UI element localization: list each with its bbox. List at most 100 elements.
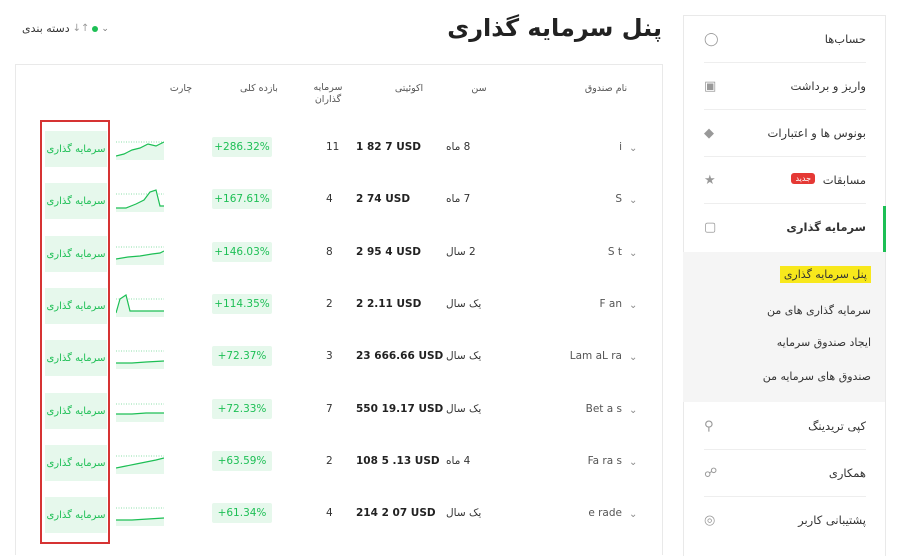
equity-sparkline [116,189,164,212]
fund-age: یک سال [446,298,482,310]
copy-trading-icon: ⚲ [704,418,714,434]
table-row[interactable]: ⌄ i 8 ماه 1 82 7 USD 11 +286.32% سرمایه … [16,123,662,175]
submenu-item-investment-panel[interactable]: پنل سرمایه گذاری [779,266,871,283]
chevron-down-icon: ⌄ [101,23,109,34]
cash-icon: ▣ [704,78,717,94]
investors-count: 2 [326,455,333,467]
table-row[interactable]: ⌄ Bet a s یک سال 550 19.17 USD 7 +72.33%… [16,385,662,437]
equity-sparkline [116,350,164,369]
table-row[interactable]: ⌄ e rade یک سال 214 2 07 USD 4 +61.34% س… [16,489,662,541]
equity-sparkline [116,294,164,317]
sidebar-item-label: حساب‌ها [824,32,866,46]
submenu-item-create-fund[interactable]: ایجاد صندوق سرمایه [777,336,871,349]
sidebar-item-label: پشتیبانی کاربر [798,513,866,527]
sidebar-item-label: واریز و برداشت [790,79,866,93]
return-badge: +146.03% [212,242,272,262]
equity-sparkline [116,141,164,160]
table-row[interactable]: ⌄ Lam aL ra یک سال 23 666.66 USD 3 +72.3… [16,332,662,384]
chevron-down-icon[interactable]: ⌄ [629,248,637,259]
fund-equity: 2 95 4 USD [356,246,421,258]
sidebar-item-accounts[interactable]: حساب‌ها ◯ [704,16,866,63]
sidebar-item-investment[interactable]: سرمایه گذاری ▢ [704,204,866,250]
chevron-down-icon[interactable]: ⌄ [629,509,637,520]
sidebar-item-label: مسابقات [822,173,866,187]
investors-count: 8 [326,246,333,258]
sidebar-item-label: بونوس ها و اعتبارات [767,126,867,140]
submenu-item-my-investments[interactable]: سرمایه گذاری های من [767,304,871,317]
page-title: پنل سرمایه گذاری [447,14,662,42]
sort-dropdown[interactable]: ⌄ ↑↓ دسته بندی [22,22,109,35]
return-badge: +61.34% [212,503,272,523]
fund-name[interactable]: Fa ra s [588,455,622,467]
equity-sparkline [116,507,164,526]
chevron-down-icon[interactable]: ⌄ [629,352,637,363]
column-header-chart: چارت [169,83,193,94]
column-header-age: سن [471,83,487,94]
table-row[interactable]: ⌄ F an یک سال 2 2.11 USD 2 +114.35% سرما… [16,280,662,332]
submenu-item-my-funds[interactable]: صندوق های سرمایه من [763,370,871,383]
table-row[interactable]: ⌄ S 7 ماه 2 74 USD 4 +167.61% سرمایه گذا… [16,175,662,227]
fund-age: 7 ماه [446,193,471,205]
investors-count: 11 [326,141,340,153]
table-row[interactable]: ⌄ S t 2 سال 2 95 4 USD 8 +146.03% سرمایه… [16,228,662,280]
investors-count: 3 [326,350,333,362]
sort-arrows-icon: ↑↓ [72,23,90,34]
table-row[interactable]: ⌄ Fa ra s 4 ماه 108 5 .13 USD 2 +63.59% … [16,437,662,489]
fund-name[interactable]: S [615,193,622,205]
sidebar-item-deposit-withdraw[interactable]: واریز و برداشت ▣ [704,63,866,110]
equity-sparkline [116,455,164,474]
fund-age: 4 ماه [446,455,471,467]
equity-sparkline [116,246,164,265]
return-badge: +114.35% [212,294,272,314]
investors-count: 7 [326,403,333,415]
sidebar-item-support[interactable]: پشتیبانی کاربر ◎ [704,497,866,543]
fund-name[interactable]: S t [608,246,622,258]
fund-equity: 23 666.66 USD [356,350,444,362]
return-badge: +167.61% [212,189,272,209]
chevron-down-icon[interactable]: ⌄ [629,300,637,311]
fund-age: 2 سال [446,246,476,258]
investors-count: 2 [326,298,333,310]
equity-sparkline [116,403,164,422]
fund-equity: 2 74 USD [356,193,411,205]
chevron-down-icon[interactable]: ⌄ [629,457,637,468]
sidebar-item-label: سرمایه گذاری [786,220,866,234]
sidebar-item-competitions[interactable]: مسابقات جدید ★ [704,157,866,204]
sidebar-item-label: همکاری [828,466,866,480]
column-header-investors: سرمایه گذاران [313,82,343,105]
return-badge: +63.59% [212,451,272,471]
fund-name[interactable]: F an [600,298,622,310]
chevron-down-icon[interactable]: ⌄ [629,143,637,154]
sidebar-item-partnership[interactable]: همکاری ☍ [704,450,866,497]
fund-equity: 2 2.11 USD [356,298,422,310]
fund-equity: 550 19.17 USD [356,403,444,415]
fund-name[interactable]: i [619,141,622,153]
fund-name[interactable]: e rade [588,507,622,519]
funds-table: نام صندوق سن اکوئیتی سرمایه گذاران بازده… [15,64,663,555]
fund-equity: 1 82 7 USD [356,141,421,153]
sort-label: دسته بندی [22,22,70,35]
briefcase-icon: ▢ [704,219,717,235]
gift-icon: ◆ [704,125,714,141]
headset-icon: ◎ [704,512,716,528]
invest-column-outline [40,120,110,544]
sidebar-item-copy-trading[interactable]: کپی تریدینگ ⚲ [704,403,866,450]
active-indicator [883,206,886,252]
wallet-icon: ◯ [704,31,719,47]
trophy-icon: ★ [704,172,716,188]
chevron-down-icon[interactable]: ⌄ [629,405,637,416]
handshake-icon: ☍ [704,465,718,481]
status-dot [92,25,99,32]
sidebar-item-label: کپی تریدینگ [808,419,866,433]
fund-age: یک سال [446,403,482,415]
investment-submenu: پنل سرمایه گذاری سرمایه گذاری های من ایج… [683,252,885,402]
new-badge: جدید [791,173,816,184]
return-badge: +72.37% [212,346,272,366]
sidebar-item-bonuses[interactable]: بونوس ها و اعتبارات ◆ [704,110,866,157]
fund-name[interactable]: Lam aL ra [570,350,622,362]
column-header-name: نام صندوق [584,83,628,94]
fund-equity: 108 5 .13 USD [356,455,440,467]
fund-name[interactable]: Bet a s [586,403,622,415]
chevron-down-icon[interactable]: ⌄ [629,195,637,206]
fund-equity: 214 2 07 USD [356,507,436,519]
